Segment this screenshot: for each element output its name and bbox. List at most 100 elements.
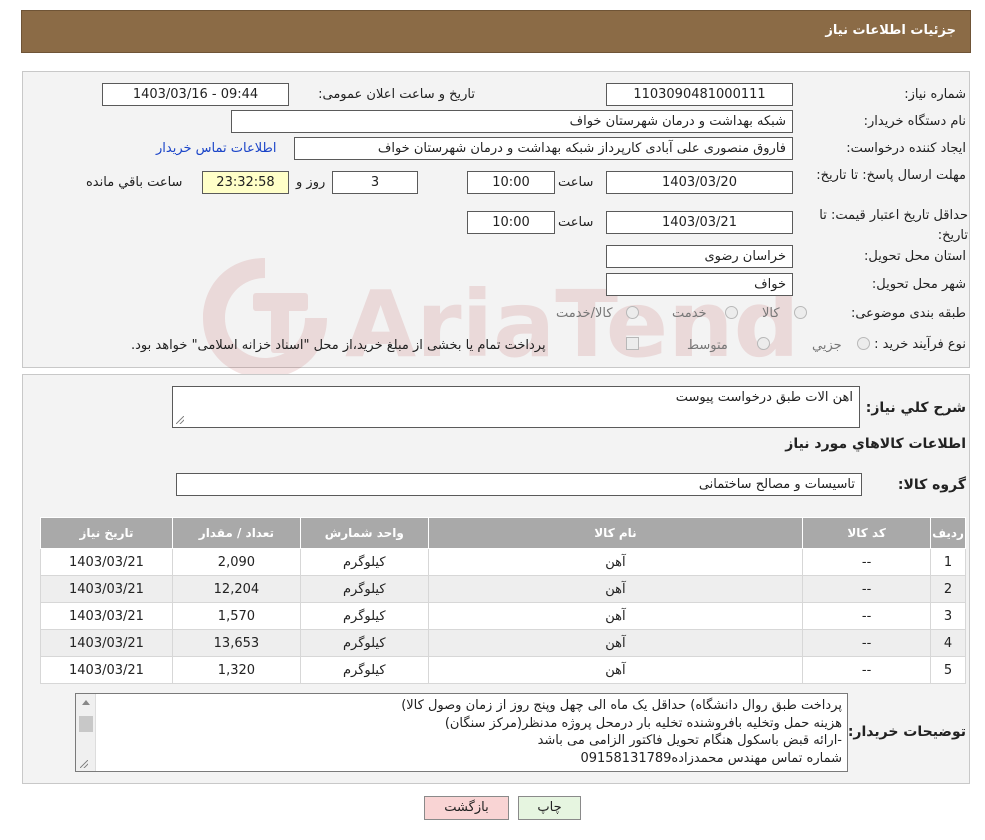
scroll-thumb[interactable] (79, 716, 93, 732)
col-name-header: نام کالا (427, 517, 804, 549)
cell-date: 1403/03/21 (40, 575, 173, 603)
cell-code: -- (802, 575, 932, 603)
page-title: جزئیات اطلاعات نیاز (825, 23, 956, 38)
need-number-field: 1103090481000111 (606, 83, 793, 106)
category-goods-service-label: کالا/خدمت (556, 306, 613, 321)
delivery-city-field: خواف (606, 273, 793, 296)
cell-name: آهن (427, 656, 804, 684)
table-row: 3 -- آهن کیلوگرم 1,570 1403/03/21 (40, 602, 966, 630)
category-label: طبقه بندی موضوعی: (850, 306, 966, 321)
price-validity-label: حداقل تاریخ اعتبار قیمت: تا تاریخ: (819, 208, 968, 243)
buyer-org-field: شبکه بهداشت و درمان شهرستان خواف (231, 110, 793, 133)
cell-row: 2 (930, 575, 966, 603)
col-code-header: کد کالا (802, 517, 932, 549)
category-goods-label: کالا (762, 306, 780, 321)
reply-time-field: 10:00 (467, 171, 555, 194)
cell-name: آهن (427, 602, 804, 630)
category-service-label: خدمت (672, 306, 707, 321)
cell-code: -- (802, 548, 932, 576)
goods-group-field: تاسیسات و مصالح ساختمانی (176, 473, 862, 496)
general-desc-field: اهن الات طبق درخواست پیوست (172, 386, 860, 428)
buyer-contact-link[interactable]: اطلاعات تماس خریدار (156, 141, 276, 156)
cell-code: -- (802, 602, 932, 630)
process-minor-label: جزیي (812, 338, 842, 353)
cell-row: 5 (930, 656, 966, 684)
cell-unit: کیلوگرم (299, 656, 429, 684)
notes-line: شماره تماس مهندس محمدزاده09158131789 (580, 750, 842, 766)
buyer-notes-text: پرداخت طبق روال دانشگاه) حداقل یک ماه ال… (401, 697, 842, 767)
table-row: 1 -- آهن کیلوگرم 2,090 1403/03/21 (40, 548, 966, 576)
reply-time-label: ساعت (558, 175, 594, 190)
reply-days-field: 3 (332, 171, 418, 194)
cell-name: آهن (427, 629, 804, 657)
notes-line: هزینه حمل وتخلیه بافروشنده تخلیه بار درم… (444, 715, 842, 731)
general-desc-label: شرح کلي نياز: (865, 400, 966, 416)
cell-row: 4 (930, 629, 966, 657)
cell-name: آهن (427, 548, 804, 576)
delivery-province-field: خراسان رضوی (606, 245, 793, 268)
cell-qty: 13,653 (171, 629, 301, 657)
resize-handle-icon[interactable] (176, 416, 184, 424)
announce-datetime-label: تاریخ و ساعت اعلان عمومی: (318, 87, 475, 102)
cell-date: 1403/03/21 (40, 629, 173, 657)
cell-unit: کیلوگرم (299, 548, 429, 576)
price-validity-time-label: ساعت (558, 215, 594, 230)
notes-line: -ارائه قبض باسکول هنگام تحویل فاکتور الز… (537, 733, 842, 748)
col-date-header: تاریخ نیاز (40, 517, 173, 549)
table-row: 2 -- آهن کیلوگرم 12,204 1403/03/21 (40, 575, 966, 603)
cell-qty: 1,570 (171, 602, 301, 630)
cell-row: 1 (930, 548, 966, 576)
treasury-payment-checkbox[interactable] (626, 337, 639, 350)
col-qty-header: تعداد / مقدار (171, 517, 301, 549)
buyer-org-label: نام دستگاه خریدار: (863, 114, 966, 129)
delivery-city-label: شهر محل تحویل: (871, 277, 966, 292)
notes-line: پرداخت طبق روال دانشگاه) حداقل یک ماه ال… (401, 698, 842, 713)
process-medium-label: متوسط (687, 338, 728, 353)
cell-qty: 2,090 (171, 548, 301, 576)
buyer-notes-textarea[interactable]: پرداخت طبق روال دانشگاه) حداقل یک ماه ال… (75, 693, 848, 772)
days-and-label: روز و (296, 175, 326, 190)
cell-date: 1403/03/21 (40, 656, 173, 684)
category-goods-radio[interactable] (794, 306, 807, 319)
col-unit-header: واحد شمارش (299, 517, 429, 549)
page-header: جزئیات اطلاعات نیاز (21, 10, 971, 53)
remaining-time-field: 23:32:58 (202, 171, 289, 194)
goods-group-label: گروه کالا: (897, 477, 966, 493)
announce-datetime-field: 1403/03/16 - 09:44 (102, 83, 289, 106)
notes-resize-handle-icon[interactable] (80, 760, 88, 768)
reply-date-field: 1403/03/20 (606, 171, 793, 194)
remaining-label: ساعت باقي مانده (86, 175, 183, 190)
delivery-province-label: استان محل تحویل: (864, 249, 966, 264)
category-service-radio[interactable] (725, 306, 738, 319)
requester-label: ایجاد کننده درخواست: (846, 141, 966, 156)
cell-qty: 12,204 (171, 575, 301, 603)
items-info-heading: اطلاعات کالاهاي مورد نياز (785, 436, 966, 452)
cell-date: 1403/03/21 (40, 602, 173, 630)
cell-unit: کیلوگرم (299, 602, 429, 630)
table-header-row: ردیف کد کالا نام کالا واحد شمارش تعداد /… (40, 517, 966, 549)
category-goods-service-radio[interactable] (626, 306, 639, 319)
cell-date: 1403/03/21 (40, 548, 173, 576)
process-minor-radio[interactable] (857, 337, 870, 350)
reply-deadline-label: مهلت ارسال پاسخ: تا تاریخ: (816, 168, 966, 183)
treasury-payment-note: پرداخت تمام یا بخشی از مبلغ خرید،از محل … (131, 338, 546, 353)
items-table: ردیف کد کالا نام کالا واحد شمارش تعداد /… (40, 517, 966, 684)
scroll-up-icon[interactable] (82, 700, 90, 705)
requester-field: فاروق منصوری علی آبادی کارپرداز شبکه بهد… (294, 137, 793, 160)
price-validity-time-field: 10:00 (467, 211, 555, 234)
cell-qty: 1,320 (171, 656, 301, 684)
need-number-label: شماره نیاز: (904, 87, 966, 102)
back-button[interactable]: بازگشت (424, 796, 509, 820)
col-row-header: ردیف (930, 517, 966, 549)
buyer-notes-label: توضیحات خریدار: (847, 724, 966, 740)
process-medium-radio[interactable] (757, 337, 770, 350)
cell-row: 3 (930, 602, 966, 630)
cell-name: آهن (427, 575, 804, 603)
table-row: 4 -- آهن کیلوگرم 13,653 1403/03/21 (40, 629, 966, 657)
price-validity-date-field: 1403/03/21 (606, 211, 793, 234)
cell-code: -- (802, 656, 932, 684)
print-button[interactable]: چاپ (518, 796, 581, 820)
table-row: 5 -- آهن کیلوگرم 1,320 1403/03/21 (40, 656, 966, 684)
cell-unit: کیلوگرم (299, 575, 429, 603)
purchase-process-label: نوع فرآیند خرید : (874, 337, 966, 352)
